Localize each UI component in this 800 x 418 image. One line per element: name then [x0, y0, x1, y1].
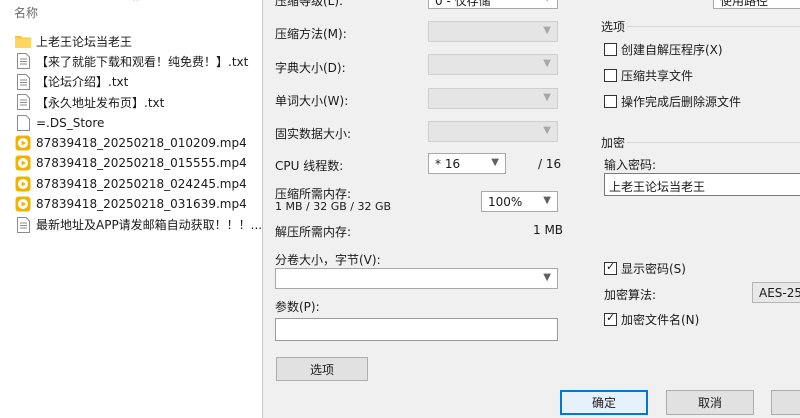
file-name: 【来了就能下载和观看！纯免费！】.txt [36, 54, 249, 69]
cancel-button[interactable]: 取消 [666, 390, 754, 415]
text-file-icon [14, 52, 32, 70]
memory-decompress-value: 1 MB [533, 223, 564, 237]
memory-percent-value: 100% [488, 195, 523, 209]
file-name: 上老王论坛当老王 [36, 34, 133, 49]
file-name: 【论坛介绍】.txt [36, 75, 129, 90]
file-list-item[interactable]: 【永久地址发布页】.txt [14, 92, 164, 112]
path-mode-value: 使用路径 [720, 0, 769, 8]
file-name: 87839418_20250218_010209.mp4 [36, 136, 247, 150]
solid-block-label: 固实数据大小: [275, 127, 352, 141]
checkbox-checked-icon [604, 260, 617, 275]
file-name: 最新地址及APP请发邮箱自动获取！！！... [36, 218, 263, 233]
password-value: 上老王论坛当老王 [609, 180, 706, 194]
dictionary-size-combo[interactable]: ▼ [428, 54, 558, 75]
cpu-threads-value: * 16 [435, 157, 461, 171]
file-list-item[interactable]: 【来了就能下载和观看！纯免费！】.txt [14, 51, 248, 71]
delete-after-checkbox[interactable]: 操作完成后删除源文件 [604, 93, 741, 110]
chevron-down-icon: ▼ [543, 195, 551, 206]
show-password-checkbox[interactable]: 显示密码(S) [604, 260, 686, 277]
chevron-down-icon: ▼ [491, 157, 499, 168]
checkbox-box [604, 69, 617, 82]
file-list-item[interactable]: 上老王论坛当老王 [14, 31, 132, 51]
file-explorer-pane: ⌃ 名称 上老王论坛当老王【来了就能下载和观看！纯免费！】.txt 【论坛介绍】.… [0, 0, 262, 418]
file-name: 87839418_20250218_024245.mp4 [36, 176, 247, 191]
text-file-icon [14, 93, 32, 111]
chevron-down-icon: ▼ [543, 272, 551, 283]
encryption-group-title: 加密 [601, 136, 626, 150]
encryption-method-label: 加密算法: [604, 288, 657, 302]
create-sfx-label: 创建自解压程序(X) [621, 43, 723, 57]
file-list-item[interactable]: 87839418_20250218_010209.mp4 [14, 133, 247, 153]
cpu-threads-combo[interactable]: * 16 ▼ [428, 153, 506, 174]
video-file-icon [14, 195, 32, 213]
checkbox-box [604, 95, 617, 108]
checkbox-box [604, 43, 617, 56]
video-file-icon [14, 154, 32, 172]
file-name: 87839418_20250218_031639.mp4 [36, 197, 247, 212]
memory-decompress-label: 解压所需内存: [275, 225, 352, 239]
split-volumes-combo[interactable]: ▼ [275, 268, 558, 289]
checkbox-checked-icon [604, 311, 617, 326]
chevron-down-icon: ▼ [543, 92, 551, 103]
file-name: 87839418_20250218_015555.mp4 [36, 156, 247, 171]
split-volumes-label: 分卷大小，字节(V): [275, 253, 381, 267]
encrypt-names-checkbox[interactable]: 加密文件名(N) [604, 311, 699, 328]
solid-block-combo[interactable]: ▼ [428, 121, 558, 142]
file-list-item[interactable]: 87839418_20250218_015555.mp4 [14, 153, 247, 173]
text-file-icon [14, 73, 32, 91]
ok-button[interactable]: 确定 [560, 390, 648, 415]
file-list-item[interactable]: 87839418_20250218_031639.mp4 [14, 194, 247, 214]
text-file-icon [14, 216, 32, 234]
encryption-group-border [627, 142, 800, 143]
compression-level-value: 0 - 仅存储 [435, 0, 491, 8]
compress-shared-label: 压缩共享文件 [621, 69, 694, 83]
compression-method-combo[interactable]: ▼ [428, 21, 558, 42]
options-group-title: 选项 [601, 20, 626, 34]
help-button[interactable] [771, 390, 800, 415]
dictionary-size-label: 字典大小(D): [275, 61, 346, 75]
chevron-down-icon: ▼ [543, 58, 551, 69]
encrypt-names-label: 加密文件名(N) [621, 313, 700, 327]
archive-dialog: 压缩等级(L): 0 - 仅存储 ▼ 使用路径 压缩方法(M): ▼ 字典大小(… [262, 0, 800, 418]
chevron-down-icon: ▼ [543, 125, 551, 136]
password-input[interactable]: 上老王论坛当老王 [604, 173, 800, 196]
word-size-label: 单词大小(W): [275, 94, 349, 108]
file-name: =.DS_Store [36, 115, 105, 130]
memory-compress-detail: 1 MB / 32 GB / 32 GB [275, 200, 392, 213]
video-file-icon [14, 175, 32, 193]
file-list-item[interactable]: 【论坛介绍】.txt [14, 72, 128, 92]
create-sfx-checkbox[interactable]: 创建自解压程序(X) [604, 41, 723, 58]
file-name: 【永久地址发布页】.txt [36, 95, 165, 110]
video-file-icon [14, 134, 32, 152]
file-list-item[interactable]: =.DS_Store [14, 113, 104, 133]
blank-file-icon [14, 114, 32, 132]
chevron-down-icon: ▼ [543, 25, 551, 36]
sort-caret-icon: ⌃ [131, 0, 141, 9]
parameters-input[interactable] [275, 318, 558, 341]
compression-level-combo[interactable]: 0 - 仅存储 ▼ [428, 0, 558, 9]
path-mode-combo[interactable]: 使用路径 [713, 0, 800, 9]
compression-level-label: 压缩等级(L): [275, 0, 344, 8]
file-list-item[interactable]: 最新地址及APP请发邮箱自动获取！！！... [14, 215, 262, 235]
memory-percent-combo[interactable]: 100% ▼ [481, 191, 558, 212]
encryption-method-value: AES-256 [759, 286, 800, 300]
chevron-down-icon: ▼ [543, 0, 551, 3]
cpu-threads-total: / 16 [538, 157, 562, 171]
delete-after-label: 操作完成后删除源文件 [621, 95, 742, 109]
file-list-item[interactable]: 87839418_20250218_024245.mp4 [14, 174, 247, 194]
options-group-border [627, 26, 800, 27]
parameters-label: 参数(P): [275, 300, 320, 314]
password-label: 输入密码: [604, 158, 657, 172]
compress-shared-checkbox[interactable]: 压缩共享文件 [604, 67, 693, 84]
options-button[interactable]: 选项 [276, 357, 368, 381]
compression-method-label: 压缩方法(M): [275, 27, 347, 41]
word-size-combo[interactable]: ▼ [428, 88, 558, 109]
encryption-method-combo[interactable]: AES-256 [752, 282, 800, 303]
show-password-label: 显示密码(S) [621, 262, 686, 276]
name-column-header[interactable]: 名称 [14, 4, 38, 21]
folder-icon [14, 32, 32, 50]
cpu-threads-label: CPU 线程数: [275, 159, 344, 173]
